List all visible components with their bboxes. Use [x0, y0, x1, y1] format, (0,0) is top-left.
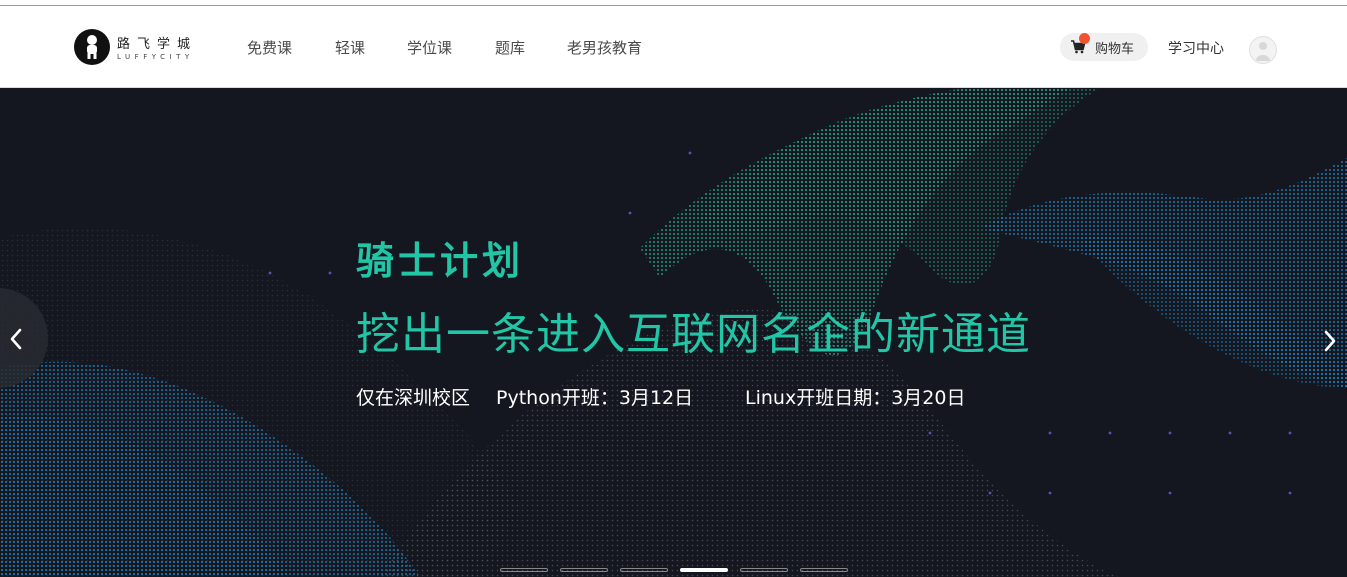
cart-label: 购物车 — [1095, 42, 1135, 57]
site-header: 路飞学城 LUFFYCITY 免费课 轻课 学位课 题库 老男孩教育 购物车 学… — [0, 6, 1347, 88]
logo-subtitle: LUFFYCITY — [117, 53, 194, 61]
cart-badge — [1079, 33, 1090, 44]
site-logo[interactable]: 路飞学城 LUFFYCITY — [74, 28, 214, 68]
banner-info-linux: Linux开班日期：3月20日 — [745, 387, 966, 409]
cart-button[interactable]: 购物车 — [1060, 33, 1148, 61]
carousel-prev-button[interactable] — [0, 288, 48, 388]
banner-title: 骑士计划 — [356, 238, 525, 283]
logo-name: 路飞学城 — [117, 37, 198, 52]
carousel-dot-5[interactable] — [740, 568, 788, 572]
carousel-next-button[interactable] — [1310, 318, 1347, 366]
nav-item-light-courses[interactable]: 轻课 — [335, 37, 365, 58]
carousel-dot-3[interactable] — [620, 568, 668, 572]
carousel-dot-4[interactable] — [680, 568, 728, 572]
banner-info-python: Python开班：3月12日 — [496, 387, 694, 409]
nav-item-question-bank[interactable]: 题库 — [495, 37, 525, 58]
carousel-dot-6[interactable] — [800, 568, 848, 572]
user-avatar-icon[interactable] — [1249, 36, 1277, 64]
chevron-left-icon — [10, 328, 22, 350]
carousel-dot-2[interactable] — [560, 568, 608, 572]
carousel-indicators — [500, 568, 860, 574]
logo-mark — [74, 29, 110, 65]
banner-subtitle: 挖出一条进入互联网名企的新通道 — [356, 309, 1031, 360]
hero-banner[interactable]: 骑士计划 挖出一条进入互联网名企的新通道 仅在深圳校区 Python开班：3月1… — [0, 88, 1347, 577]
carousel-dot-1[interactable] — [500, 568, 548, 572]
chevron-right-icon — [1324, 330, 1336, 352]
banner-info-campus: 仅在深圳校区 — [356, 387, 471, 409]
nav-item-degree-courses[interactable]: 学位课 — [407, 37, 452, 58]
nav-item-oldboy-education[interactable]: 老男孩教育 — [567, 37, 642, 58]
study-center-link[interactable]: 学习中心 — [1168, 38, 1224, 58]
nav-item-free-courses[interactable]: 免费课 — [247, 37, 292, 58]
